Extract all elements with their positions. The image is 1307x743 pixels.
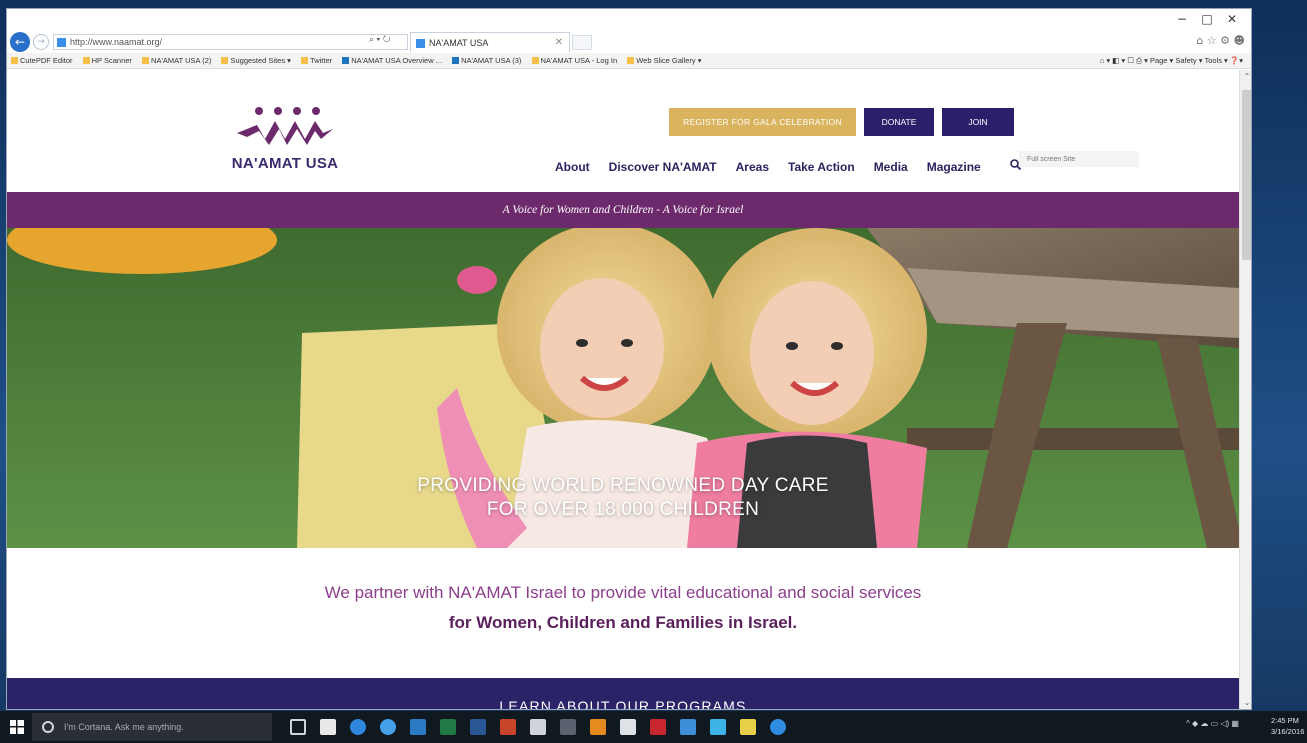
scroll-down-icon[interactable]: ⌄ xyxy=(1242,698,1251,707)
calculator-icon[interactable] xyxy=(530,719,546,735)
logo-text: NA'AMAT USA xyxy=(231,155,339,172)
cortana-search-box[interactable]: I'm Cortana. Ask me anything. xyxy=(32,713,272,741)
join-button[interactable]: JOIN xyxy=(942,108,1014,136)
donate-button[interactable]: DONATE xyxy=(864,108,934,136)
linkedin-icon xyxy=(342,57,350,64)
favorite-item[interactable]: NA'AMAT USA - Log In xyxy=(528,53,622,65)
outlook-icon[interactable] xyxy=(410,719,426,735)
tagline: A Voice for Women and Children - A Voice… xyxy=(502,204,744,216)
browser-tab[interactable]: NA'AMAT USA ✕ xyxy=(410,32,570,52)
programs-title[interactable]: LEARN ABOUT OUR PROGRAMS xyxy=(7,698,1239,709)
navigation-bar: ← → http://www.naamat.org/ ⌕ ▾ ↻ NA'AMAT… xyxy=(7,31,1251,53)
nav-item-discover[interactable]: Discover NA'AMAT xyxy=(609,157,717,177)
acrobat-icon[interactable] xyxy=(650,719,666,735)
nav-item-areas[interactable]: Areas xyxy=(736,157,769,177)
clock[interactable]: 2:45 PM 3/16/2016 xyxy=(1271,715,1304,737)
store-icon[interactable] xyxy=(320,719,336,735)
clock-date: 3/16/2016 xyxy=(1271,727,1305,736)
vlc-icon[interactable] xyxy=(590,719,606,735)
programs-band: LEARN ABOUT OUR PROGRAMS xyxy=(7,678,1239,709)
mission-statement: We partner with NA'AMAT Israel to provid… xyxy=(7,583,1239,633)
page-icon xyxy=(301,57,309,64)
favorite-item[interactable]: NA'AMAT USA (3) xyxy=(448,53,525,65)
site-search-input[interactable] xyxy=(1019,151,1139,167)
hero-caption: PROVIDING WORLD RENOWNED DAY CARE FOR OV… xyxy=(7,474,1239,522)
nav-item-take-action[interactable]: Take Action xyxy=(788,157,855,177)
system-tray[interactable]: ^ ◆ ☁ ▭ ◁) ▦ xyxy=(1186,719,1239,728)
taskbar: I'm Cortana. Ask me anything. ^ ◆ ☁ ▭ ◁)… xyxy=(0,711,1307,743)
title-bar: − □ ✕ xyxy=(7,9,1251,31)
tab-title: NA'AMAT USA xyxy=(429,38,489,48)
new-tab-button[interactable] xyxy=(572,35,592,50)
app-icon[interactable] xyxy=(740,719,756,735)
page-icon xyxy=(627,57,635,64)
skype-icon[interactable] xyxy=(770,719,786,735)
cortana-icon xyxy=(42,721,54,733)
scrollbar-thumb[interactable] xyxy=(1242,90,1251,260)
favorite-item[interactable]: Web Slice Gallery ▾ xyxy=(623,53,705,65)
vertical-scrollbar[interactable]: ⌃ ⌄ xyxy=(1239,70,1251,709)
tab-close-icon[interactable]: ✕ xyxy=(555,33,563,53)
network-icon[interactable] xyxy=(680,719,696,735)
powerpoint-icon[interactable] xyxy=(500,719,516,735)
clock-time: 2:45 PM xyxy=(1271,716,1299,725)
mission-line1: We partner with NA'AMAT Israel to provid… xyxy=(324,583,922,602)
media-player-icon[interactable] xyxy=(560,719,576,735)
favorite-item[interactable]: Suggested Sites ▾ xyxy=(217,53,294,65)
nav-item-magazine[interactable]: Magazine xyxy=(927,157,981,177)
naamat-logo-icon xyxy=(237,107,333,145)
favorite-item[interactable]: HP Scanner xyxy=(79,53,136,65)
register-gala-button[interactable]: REGISTER FOR GALA CELEBRATION xyxy=(669,108,856,136)
minimize-button[interactable]: − xyxy=(1170,12,1194,26)
address-tools-icon[interactable]: ⌕ ▾ ↻ xyxy=(369,34,390,45)
browser-window: − □ ✕ ← → http://www.naamat.org/ ⌕ ▾ ↻ N… xyxy=(6,8,1252,710)
page-icon xyxy=(142,57,150,64)
tagline-band: A Voice for Women and Children - A Voice… xyxy=(7,192,1239,228)
maximize-button[interactable]: □ xyxy=(1195,12,1219,26)
word-icon[interactable] xyxy=(470,719,486,735)
tab-favicon-icon xyxy=(416,39,425,48)
command-bar[interactable]: ⌂ ▾ ◧ ▾ ☐ ⎙ ▾ Page ▾ Safety ▾ Tools ▾ ❓▾ xyxy=(1100,56,1243,66)
address-bar[interactable]: http://www.naamat.org/ xyxy=(53,34,408,50)
address-text: http://www.naamat.org/ xyxy=(70,37,163,47)
task-view-icon[interactable] xyxy=(290,719,306,735)
favorite-item[interactable]: NA'AMAT USA (2) xyxy=(138,53,215,65)
favorites-bar: CutePDF Editor HP Scanner NA'AMAT USA (2… xyxy=(7,53,1251,69)
back-button[interactable]: ← xyxy=(10,32,30,52)
page-icon xyxy=(531,57,539,64)
edge-icon[interactable] xyxy=(350,719,366,735)
home-favorites-settings-icons[interactable]: ⌂ ☆ ⚙ ☻ xyxy=(1196,34,1245,47)
forward-button[interactable]: → xyxy=(33,34,49,50)
favorite-item[interactable]: NA'AMAT USA Overview ... xyxy=(338,53,446,65)
page-icon xyxy=(221,57,229,64)
close-button[interactable]: ✕ xyxy=(1220,12,1244,26)
hero-banner: PROVIDING WORLD RENOWNED DAY CARE FOR OV… xyxy=(7,228,1239,548)
hero-caption-line2: FOR OVER 18,000 CHILDREN xyxy=(486,499,760,520)
excel-icon[interactable] xyxy=(440,719,456,735)
photos-icon[interactable] xyxy=(620,719,636,735)
site-favicon-icon xyxy=(57,38,66,47)
scroll-up-icon[interactable]: ⌃ xyxy=(1242,72,1251,81)
page-icon xyxy=(82,57,90,64)
windows-start-icon[interactable] xyxy=(10,720,24,734)
mission-line2: for Women, Children and Families in Isra… xyxy=(448,613,798,632)
hero-caption-line1: PROVIDING WORLD RENOWNED DAY CARE xyxy=(417,475,829,496)
cortana-placeholder: I'm Cortana. Ask me anything. xyxy=(64,722,184,732)
nav-item-about[interactable]: About xyxy=(555,157,590,177)
pdf-icon xyxy=(11,57,18,64)
facebook-icon xyxy=(452,57,460,64)
favorite-item[interactable]: CutePDF Editor xyxy=(7,53,77,65)
favorite-item[interactable]: Twitter xyxy=(297,53,336,65)
internet-explorer-icon[interactable] xyxy=(380,719,396,735)
main-navigation: About Discover NA'AMAT Areas Take Action… xyxy=(555,157,1000,177)
app-icon[interactable] xyxy=(710,719,726,735)
nav-item-media[interactable]: Media xyxy=(874,157,908,177)
web-page: NA'AMAT USA REGISTER FOR GALA CELEBRATIO… xyxy=(7,70,1239,709)
